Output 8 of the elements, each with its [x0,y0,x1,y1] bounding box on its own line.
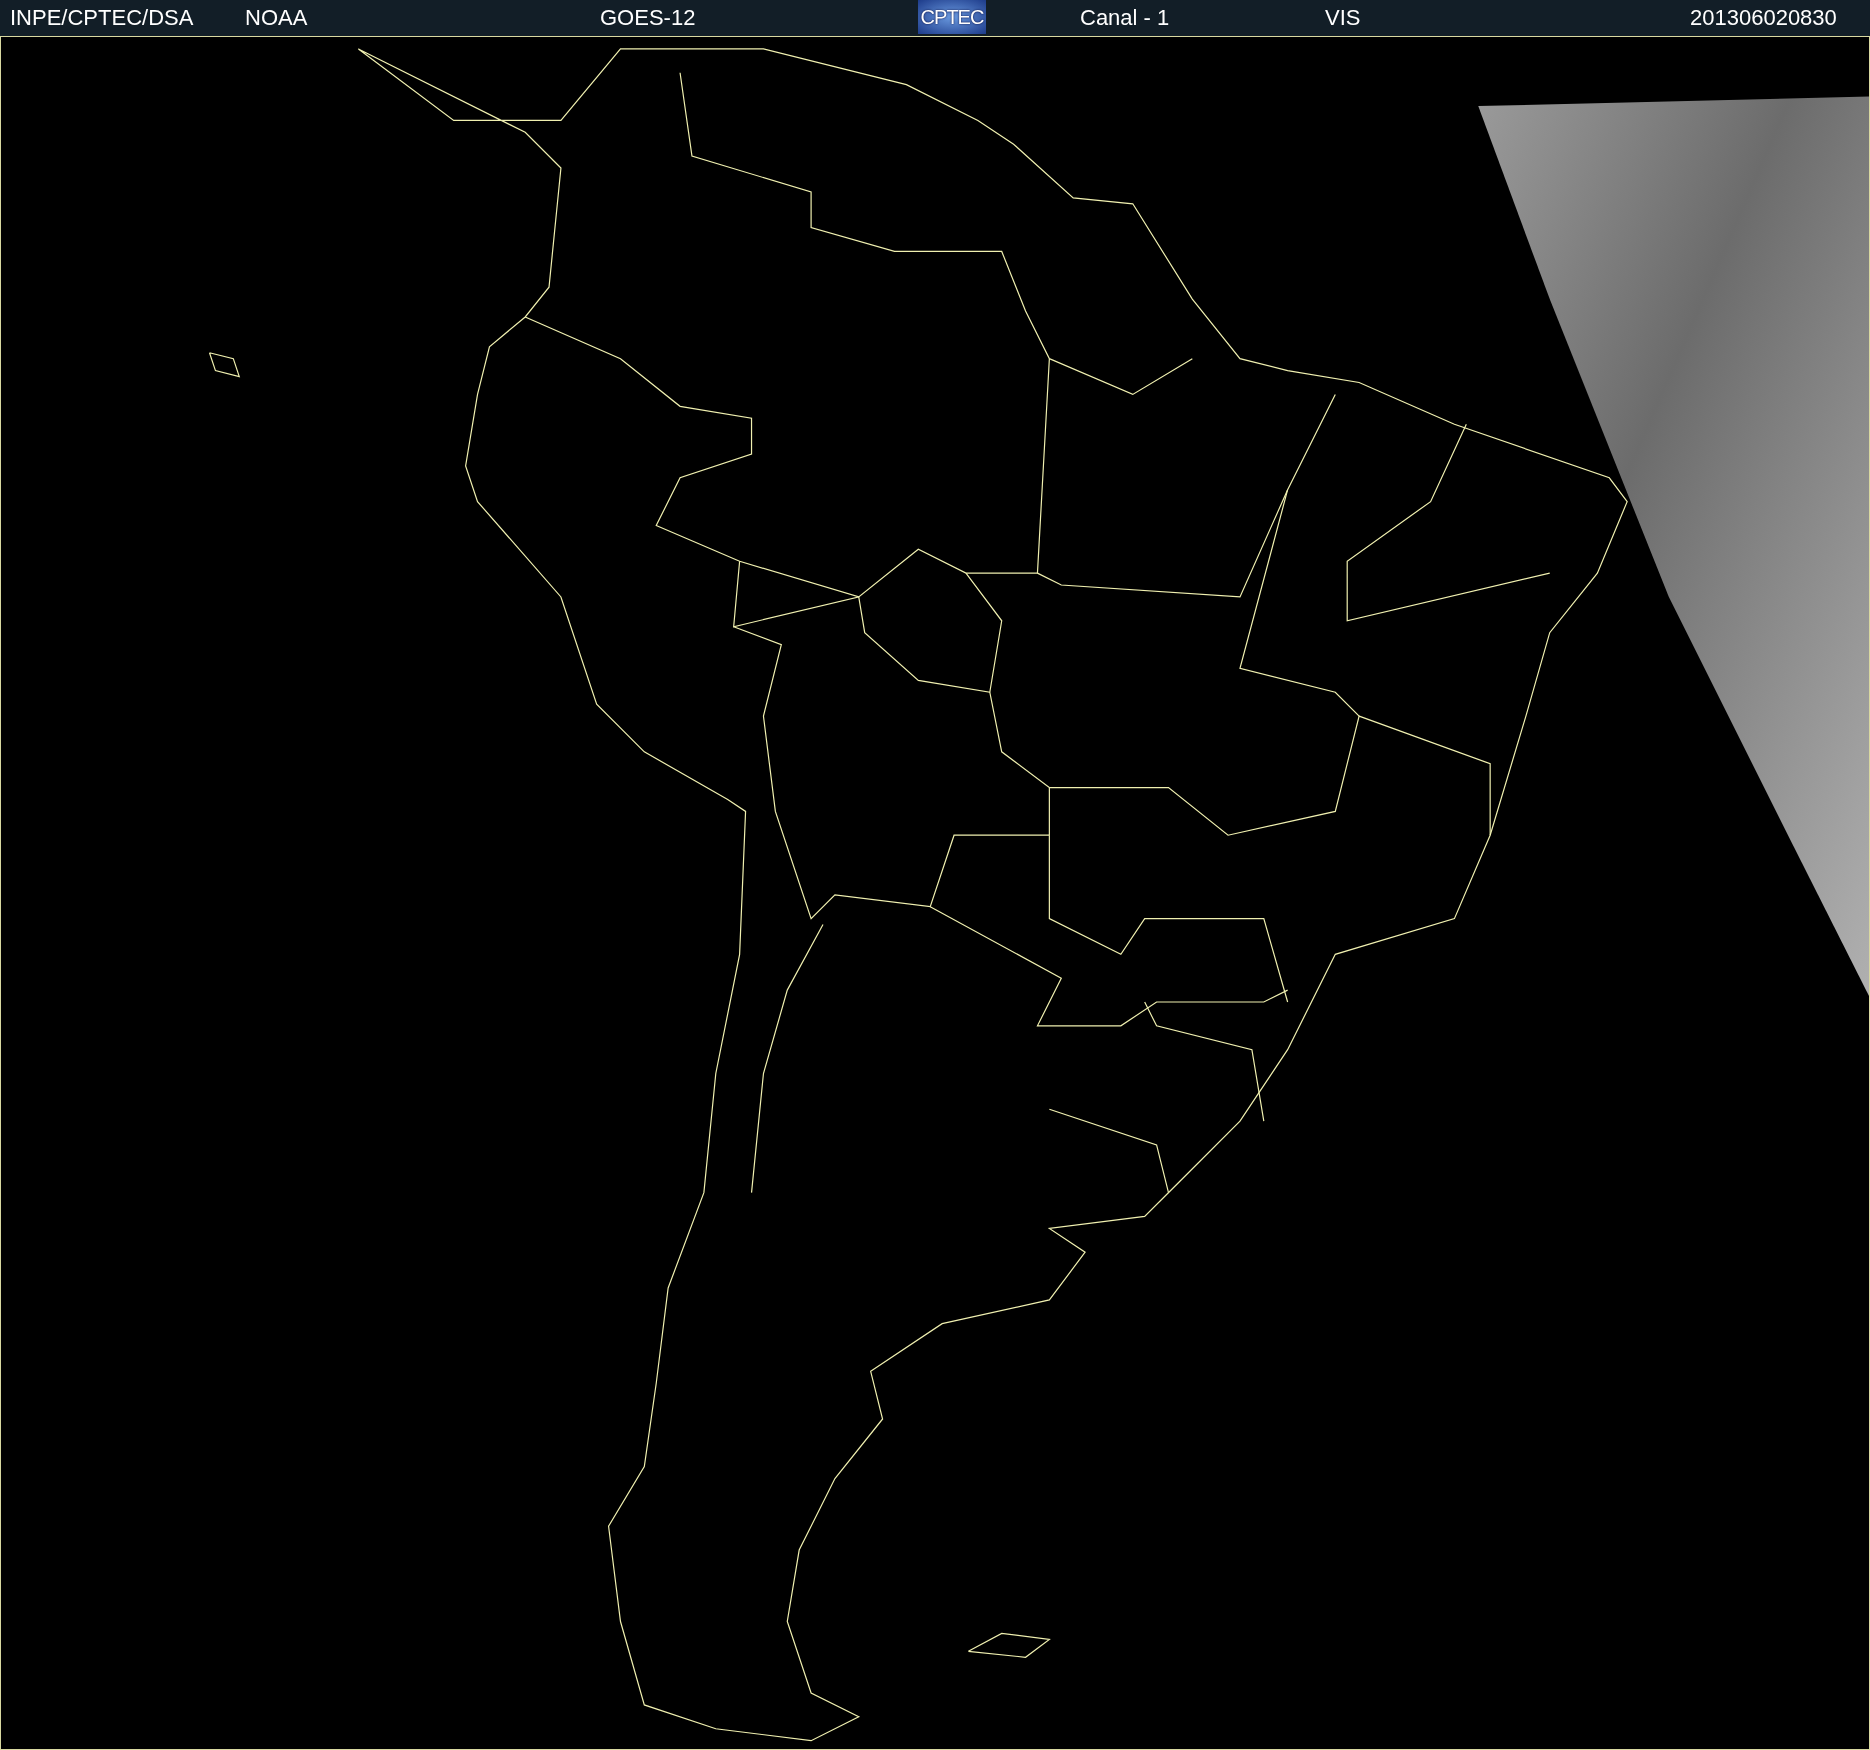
island-outline [208,351,241,378]
source-label: NOAA [245,5,308,31]
timestamp-label: 201306020830 [1690,5,1837,31]
band-label: VIS [1325,5,1361,31]
cptec-logo: CPTEC [918,0,986,34]
satellite-label: GOES-12 [600,5,696,31]
channel-label: Canal - 1 [1080,5,1170,31]
agency-label: INPE/CPTEC/DSA [10,5,194,31]
